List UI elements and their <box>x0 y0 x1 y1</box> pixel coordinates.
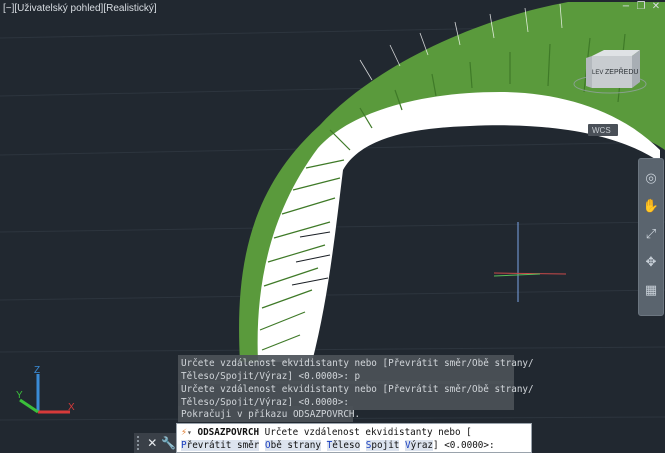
command-history-entry: Určete vzdálenost ekvidistanty nebo [Pře… <box>178 355 534 384</box>
viewcube-face-front[interactable]: ZEPŘEDU <box>605 67 638 76</box>
history-line: Určete vzdálenost ekvidistanty nebo [Pře… <box>181 358 534 369</box>
minimize-icon[interactable]: − <box>621 2 631 12</box>
command-line-input[interactable]: ⚡▾ ODSAZPOVRCH Určete vzdálenost ekvidis… <box>176 423 532 453</box>
command-line-toolbar: ✕ 🔧 <box>134 433 176 453</box>
viewport-window-controls: − ❐ ✕ <box>621 2 661 12</box>
history-line: Pokračuji v příkazu ODSAZPOVRCH. <box>181 409 361 420</box>
navigation-bar: ◎ ✋ ⤢ ✥ ▦ <box>638 158 664 316</box>
recent-commands-dropdown-icon[interactable]: ▾ <box>187 428 192 437</box>
option-obe-strany[interactable]: Obě strany <box>264 440 321 451</box>
visual-style-menu[interactable]: [Realistický] <box>103 3 156 14</box>
command-history-entry: Pokračuji v příkazu ODSAZPOVRCH. <box>178 406 361 422</box>
viewport-controls-label: [−][Uživatelský pohled][Realistický] <box>3 3 157 14</box>
history-line: Určete vzdálenost ekvidistanty nebo [Pře… <box>181 384 534 395</box>
option-prevratit-smer[interactable]: Převrátit směr <box>181 440 260 451</box>
ucs-y-label: Y <box>16 390 23 401</box>
ucs-x-label: X <box>68 402 75 413</box>
close-icon[interactable]: ✕ <box>651 2 661 12</box>
ucs-icon <box>19 374 70 414</box>
view-menu[interactable]: [Uživatelský pohled] <box>14 3 103 14</box>
command-prompt: Určete vzdálenost ekvidistanty nebo [ <box>264 427 472 438</box>
viewport-controls-menu[interactable]: [−] <box>3 3 14 14</box>
pan-hand-icon[interactable]: ✋ <box>641 197 661 217</box>
wcs-label[interactable]: WCS <box>592 126 611 135</box>
option-vyraz[interactable]: Výraz <box>405 440 434 451</box>
option-teleso[interactable]: Těleso <box>326 440 361 451</box>
drag-grip-icon[interactable] <box>137 436 144 450</box>
ucs-z-label: Z <box>34 365 40 376</box>
showmotion-icon[interactable]: ▦ <box>641 281 661 301</box>
active-command-name: ODSAZPOVRCH <box>197 427 260 438</box>
crosshair-cursor <box>493 222 567 302</box>
restore-icon[interactable]: ❐ <box>636 2 646 12</box>
close-command-line-icon[interactable]: ✕ <box>146 436 160 450</box>
orbit-icon[interactable]: ✥ <box>641 253 661 273</box>
customize-wrench-icon[interactable]: 🔧 <box>161 436 176 450</box>
command-prompt-suffix: ] <0.0000>: <box>433 440 495 451</box>
option-spojit[interactable]: Spojit <box>365 440 400 451</box>
zoom-icon[interactable]: ⤢ <box>641 225 661 245</box>
steering-wheel-icon[interactable]: ◎ <box>641 169 661 189</box>
viewcube-face-left[interactable]: LEV <box>592 70 603 76</box>
